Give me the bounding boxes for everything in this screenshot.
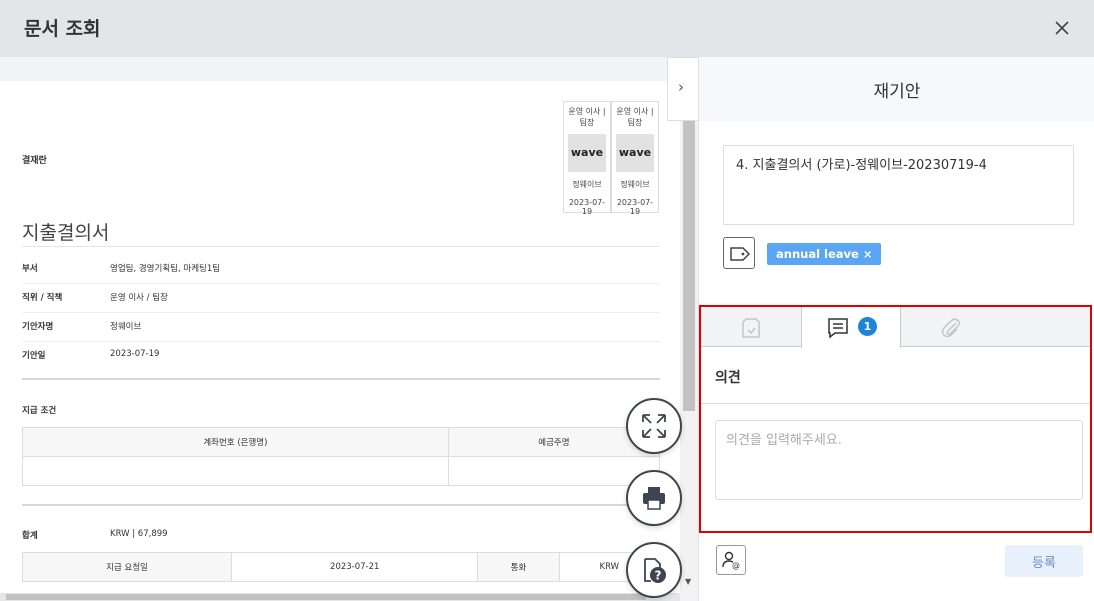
- approval-box: 운영 이사 | 팀장 wave 정웨이브 2023-07-19: [611, 101, 659, 216]
- print-button[interactable]: [626, 470, 682, 526]
- comment-section-label: 의견: [715, 370, 741, 386]
- svg-text:@: @: [732, 561, 740, 570]
- paperclip-icon: [941, 318, 961, 338]
- table-cell: 2023-07-21: [231, 552, 479, 582]
- info-key: 기안자명: [22, 322, 54, 332]
- document-viewer: 결재란 운영 이사 | 팀장 wave 정웨이브 2023-07-19 운영 이…: [0, 57, 698, 601]
- info-row: 기안자명 정웨이브: [22, 313, 660, 342]
- payment-table: 계좌번호 (은행명) 예금주명: [22, 427, 661, 486]
- comment-count-badge: 1: [858, 317, 877, 336]
- info-key: 부서: [22, 264, 38, 274]
- table-cell: [22, 456, 449, 486]
- total-label: 합계: [22, 531, 38, 541]
- approval-name: 정웨이브: [620, 180, 650, 189]
- approval-date: 2023-07-19: [616, 198, 654, 216]
- svg-text:?: ?: [655, 569, 662, 583]
- info-value: 2023-07-19: [110, 349, 160, 359]
- approval-document-icon: [742, 318, 760, 338]
- close-icon: [1055, 21, 1069, 35]
- document-name-field[interactable]: 4. 지출결의서 (가로)-정웨이브-20230719-4: [723, 145, 1074, 225]
- info-row: 직위 / 직책 운영 이사 / 팀장: [22, 284, 660, 313]
- comment-icon: [828, 318, 848, 339]
- divider: [22, 504, 660, 506]
- scroll-thumb[interactable]: [683, 81, 695, 411]
- expand-icon: [642, 414, 666, 438]
- tag-label: annual leave: [776, 247, 859, 261]
- printer-icon: [643, 487, 665, 510]
- tab-comment[interactable]: 1: [801, 307, 901, 348]
- approval-role: 운영 이사 | 팀장: [568, 107, 606, 127]
- approval-role: 운영 이사 | 팀장: [616, 107, 654, 127]
- modal-header: 문서 조회: [0, 0, 1094, 57]
- info-value: 영업팀, 경영기획팀, 마케팅1팀: [110, 264, 221, 274]
- total-value: KRW | 67,899: [110, 529, 168, 539]
- chevron-right-icon: ›: [678, 78, 684, 96]
- document-page: 결재란 운영 이사 | 팀장 wave 정웨이브 2023-07-19 운영 이…: [0, 81, 680, 601]
- tag-chip: annual leave ×: [767, 243, 882, 265]
- comment-input[interactable]: [715, 420, 1083, 500]
- vertical-scrollbar[interactable]: ▼: [680, 57, 698, 593]
- close-button[interactable]: [1048, 14, 1076, 42]
- approval-name: 정웨이브: [572, 180, 602, 189]
- scroll-thumb[interactable]: [6, 594, 646, 600]
- divider: [22, 378, 660, 380]
- divider: [22, 246, 660, 247]
- side-panel: 재기안 4. 지출결의서 (가로)-정웨이브-20230719-4 annual…: [698, 57, 1094, 601]
- info-row: 부서 영업팀, 경영기획팀, 마케팅1팀: [22, 255, 660, 284]
- info-key: 직위 / 직책: [22, 293, 63, 303]
- approval-label: 결재란: [22, 156, 47, 166]
- comment-panel: 1 의견: [699, 305, 1092, 533]
- tab-attachment[interactable]: [901, 307, 1001, 347]
- table-header: 지급 요청일: [21, 552, 233, 582]
- info-value: 운영 이사 / 팀장: [110, 293, 168, 303]
- panel-toggle-button[interactable]: ›: [667, 57, 699, 121]
- approval-stamp: wave: [616, 134, 654, 172]
- info-key: 기안일: [22, 351, 46, 361]
- mention-user-button[interactable]: @: [716, 545, 746, 575]
- info-row: 기안일 2023-07-19: [22, 342, 660, 371]
- panel-tabs: 1: [701, 307, 1090, 348]
- approval-stamp: wave: [568, 134, 606, 172]
- mention-user-icon: @: [722, 551, 740, 570]
- table-header: 계좌번호 (은행명): [22, 427, 449, 457]
- scroll-down-arrow[interactable]: ▼: [685, 577, 691, 586]
- remove-tag-button[interactable]: ×: [863, 247, 873, 261]
- horizontal-scrollbar[interactable]: [0, 593, 680, 601]
- approval-box: 운영 이사 | 팀장 wave 정웨이브 2023-07-19: [563, 101, 611, 216]
- side-panel-title: 재기안: [873, 82, 921, 102]
- approval-date: 2023-07-19: [568, 198, 606, 216]
- expand-button[interactable]: [626, 398, 682, 454]
- table-header: 통화: [477, 552, 560, 582]
- submit-button[interactable]: 등록: [1005, 545, 1083, 577]
- modal-title: 문서 조회: [24, 18, 101, 40]
- payment-condition-label: 지급 조건: [22, 406, 57, 416]
- document-title: 지출결의서: [22, 222, 110, 244]
- request-table: 지급 요청일 2023-07-21 통화 KRW: [21, 552, 661, 582]
- table-cell: [447, 456, 661, 486]
- tab-approval[interactable]: [701, 307, 801, 347]
- help-button[interactable]: ?: [626, 542, 682, 598]
- side-panel-header: 재기안: [699, 57, 1094, 121]
- help-document-icon: ?: [644, 558, 666, 583]
- divider: [701, 403, 1090, 404]
- info-value: 정웨이브: [110, 322, 142, 332]
- add-tag-button[interactable]: [723, 237, 755, 269]
- tag-icon: [730, 247, 751, 261]
